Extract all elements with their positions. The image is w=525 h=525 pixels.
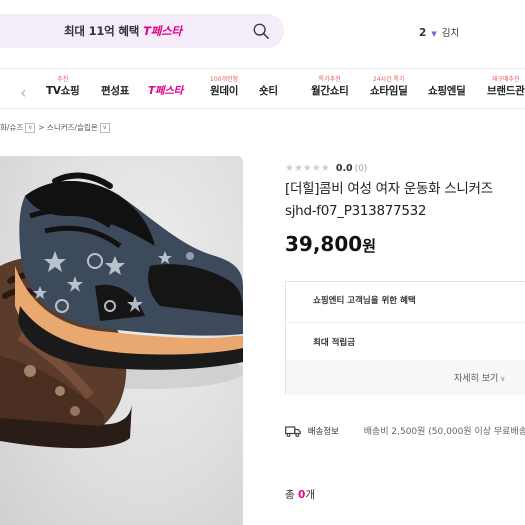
promo-banner[interactable]: 최대 11억 혜택 T페스타 — [64, 23, 182, 39]
benefit-title: 쇼핑엔티 고객님을 위한 혜택 — [313, 296, 416, 306]
price-value: 39,800 — [285, 232, 363, 256]
chevron-down-icon[interactable]: ∨ — [99, 123, 110, 133]
total-suffix: 개 — [305, 489, 315, 501]
nav-sup — [259, 74, 278, 83]
sneaker-illustration — [0, 172, 243, 449]
nav-sup: 추천 — [57, 76, 69, 83]
star-rating-icon: ★★★★★ — [285, 163, 330, 174]
nav-label: 쇼핑엔딜 — [428, 85, 466, 97]
product-title-line1: [더힐]콤비 여성 여자 운동화 스니커즈 — [285, 181, 493, 197]
nav-item-brand[interactable]: 재구매추천 브랜드관 — [487, 74, 525, 98]
nav-sup: 100개한정 — [210, 76, 239, 83]
nav-label: 브랜드관 — [487, 85, 525, 97]
nav-label: T페스타 — [148, 85, 183, 97]
chevron-down-icon[interactable]: ∨ — [25, 123, 36, 133]
promo-text: 최대 11억 혜택 — [64, 24, 140, 38]
region-name: 김치 — [441, 28, 460, 39]
shipping-info: 배송정보 배송비 2,500원 (50,000원 이상 무료배송) — [285, 424, 525, 437]
header-divider — [0, 68, 525, 69]
nav-item-schedule[interactable]: 편성표 — [101, 74, 129, 98]
benefit-divider — [286, 322, 525, 323]
total-prefix: 총 — [285, 489, 295, 501]
total-count: 총 0개 — [285, 487, 315, 502]
nav-divider — [0, 108, 525, 109]
chevron-down-icon: ∨ — [500, 375, 506, 383]
region-count: 2 — [419, 27, 427, 39]
breadcrumb-separator-icon: > — [38, 123, 45, 132]
shipping-label: 배송정보 — [307, 427, 339, 437]
nav-item-tfesta[interactable]: T페스타 — [148, 74, 183, 98]
nav-sup: 특가추천 — [318, 76, 341, 83]
shipping-value: 배송비 2,500원 (50,000원 이상 무료배송) — [363, 427, 525, 437]
nav-item-shopping-endeal[interactable]: 쇼핑엔딜 — [428, 74, 466, 98]
nav-label: TV쇼핑 — [46, 85, 80, 97]
product-rating[interactable]: ★★★★★ 0.0 (0) — [285, 156, 367, 175]
nav-item-monthly-shorty[interactable]: 특가추천 월간쇼티 — [311, 74, 349, 98]
nav-sup: 재구매추천 — [491, 76, 520, 83]
nav-label: 편성표 — [101, 85, 130, 97]
nav-label: 원데이 — [210, 85, 239, 97]
product-price: 39,800원 — [285, 232, 376, 256]
nav-label: 월간쇼티 — [311, 85, 349, 97]
nav-label: 쇼타임딜 — [370, 85, 408, 97]
product-title-line2: sjhd-f07_P313877532 — [285, 203, 427, 219]
breadcrumb-item-category[interactable]: 화/슈즈 — [0, 123, 23, 132]
see-more-label: 자세히 보기 — [454, 374, 499, 384]
product-title: [더힐]콤비 여성 여자 운동화 스니커즈 sjhd-f07_P31387753… — [285, 178, 493, 222]
see-more-button[interactable]: 자세히 보기 ∨ — [454, 371, 505, 384]
price-unit: 원 — [362, 237, 376, 255]
nav-item-shorty[interactable]: 숏티 — [259, 74, 278, 98]
caret-down-icon: ▼ — [431, 30, 437, 38]
nav-item-tv-shopping[interactable]: 추천 TV쇼핑 — [46, 74, 80, 98]
nav-label: 숏티 — [259, 85, 278, 97]
region-selector[interactable]: 2 ▼ 김치 — [419, 25, 459, 39]
nav-item-oneday[interactable]: 100개한정 원데이 — [210, 74, 238, 98]
nav-sup — [148, 74, 183, 83]
max-points-label: 최대 적립금 — [313, 338, 356, 348]
nav-sup — [428, 74, 465, 83]
nav-sup — [101, 74, 129, 83]
product-image[interactable] — [0, 156, 243, 525]
rating-count: (0) — [354, 164, 368, 174]
nav-item-showtime-deal[interactable]: 24시간 특가 쇼타임딜 — [370, 74, 408, 98]
promo-brand: T페스타 — [143, 24, 182, 38]
truck-icon — [285, 426, 301, 437]
breadcrumb-item-subcategory[interactable]: 스니커즈/슬립온 — [47, 123, 98, 132]
breadcrumb: 화/슈즈 ∨ > 스니커즈/슬립온 ∨ — [0, 122, 113, 133]
search-icon[interactable] — [252, 22, 270, 40]
chevron-left-icon[interactable]: ‹ — [20, 83, 26, 102]
benefit-box: 쇼핑엔티 고객님을 위한 혜택 최대 적립금 자세히 보기 ∨ — [285, 281, 525, 395]
rating-score: 0.0 — [335, 163, 353, 174]
search-bar[interactable]: 최대 11억 혜택 T페스타 — [0, 14, 284, 48]
nav-sup: 24시간 특가 — [372, 76, 405, 83]
